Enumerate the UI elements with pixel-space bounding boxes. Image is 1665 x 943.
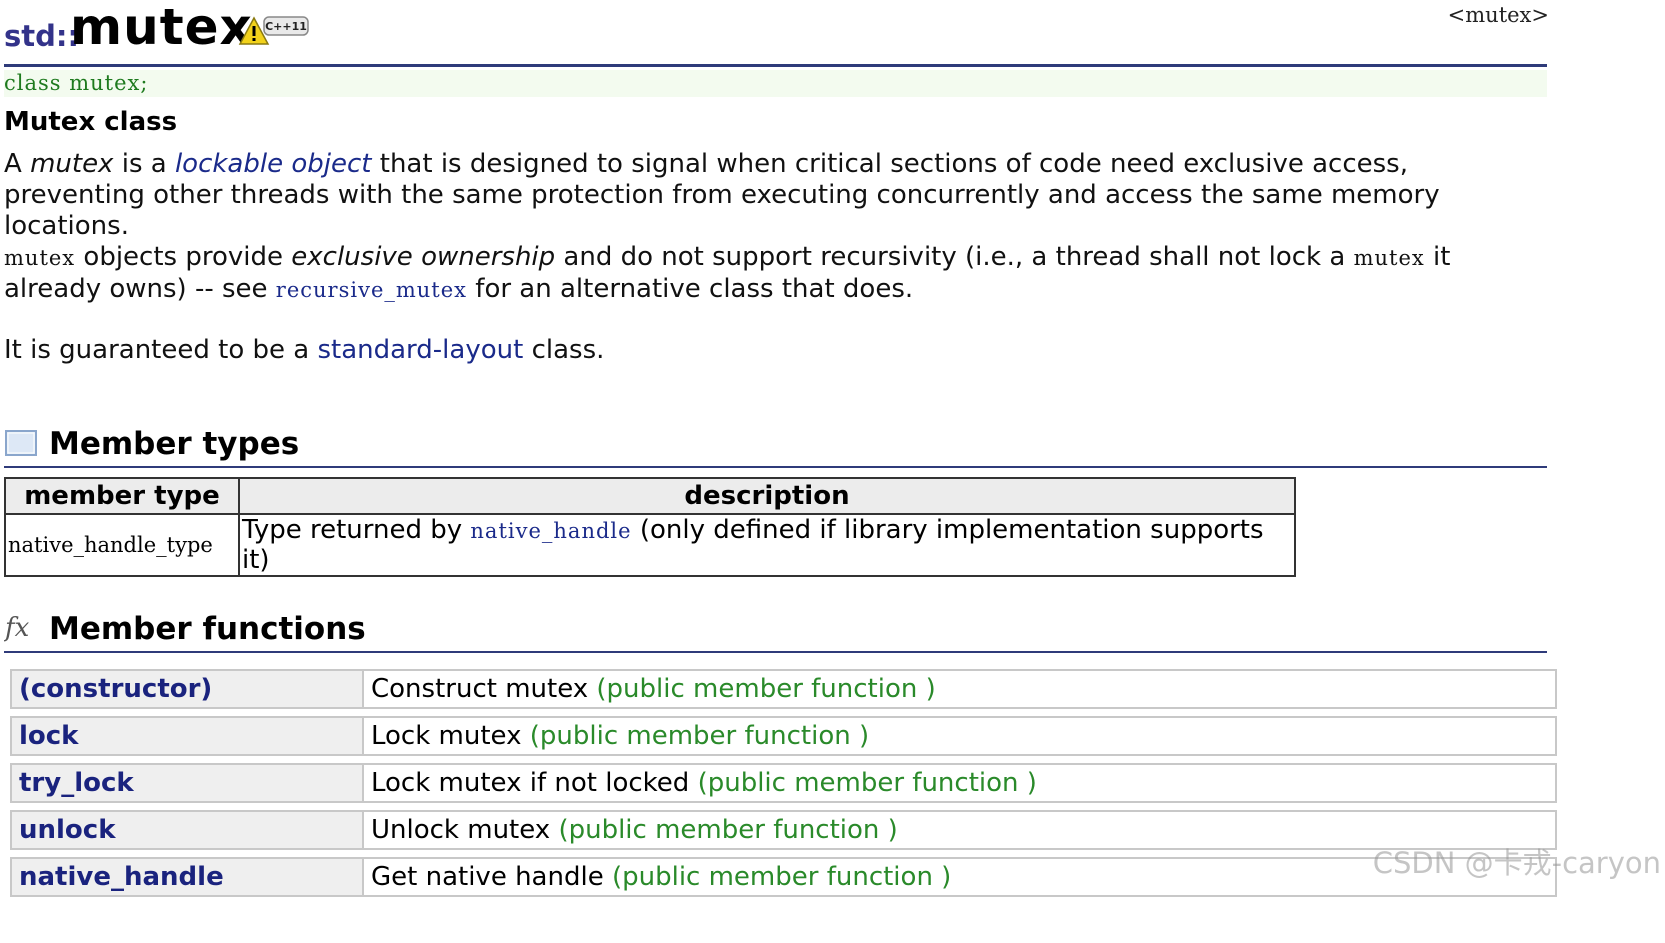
function-description: Lock mutex if not locked (public member …	[364, 763, 1557, 803]
text-it-is: It is guaranteed to be a	[4, 335, 318, 365]
member-functions-section-header: fx Member functions	[4, 609, 1547, 653]
class-subtitle: Mutex class	[4, 107, 178, 137]
page-title: mutex	[70, 0, 253, 56]
function-kind: (public member function )	[596, 674, 936, 704]
function-desc-text: Lock mutex	[371, 721, 530, 751]
title-row: std:: mutex C++11 <mutex>	[4, 0, 1549, 66]
title-namespace: std::	[4, 19, 80, 53]
exclusive-ownership-italic: exclusive ownership	[291, 242, 556, 272]
text-class-end: class.	[523, 335, 605, 365]
member-type-name: native_handle_type	[4, 513, 240, 577]
table-row: try_lock Lock mutex if not locked (publi…	[10, 763, 1557, 803]
mutex-italic: mutex	[30, 149, 114, 179]
member-types-header-row: member type description	[4, 477, 1296, 515]
native-handle-link[interactable]: native_handle	[470, 519, 631, 543]
member-types-table: member type description native_handle_ty…	[4, 477, 1296, 577]
function-desc-text: Lock mutex if not locked	[371, 768, 698, 798]
function-description: Lock mutex (public member function )	[364, 716, 1557, 756]
description-paragraph-3: It is guaranteed to be a standard-layout…	[4, 335, 1544, 366]
member-types-title: Member types	[49, 426, 300, 462]
mutex-code-2: mutex	[1353, 246, 1425, 270]
header-file-label: <mutex>	[1447, 3, 1549, 27]
badge-label: C++11	[265, 20, 307, 33]
function-desc-text: Unlock mutex	[371, 815, 559, 845]
table-row: (constructor) Construct mutex (public me…	[10, 669, 1557, 709]
member-types-section-header: Member types	[4, 424, 1547, 468]
table-row: lock Lock mutex (public member function …	[10, 716, 1557, 756]
desc-pre: Type returned by	[242, 515, 471, 545]
recursive-mutex-link[interactable]: recursive_mutex	[276, 278, 467, 302]
table-row: unlock Unlock mutex (public member funct…	[10, 810, 1557, 850]
standard-layout-link[interactable]: standard-layout	[317, 335, 523, 365]
text-a: A	[4, 149, 31, 179]
description-paragraph-2: mutex objects provide exclusive ownershi…	[4, 242, 1544, 306]
function-link-try-lock[interactable]: try_lock	[10, 763, 364, 803]
table-row: native_handle Get native handle (public …	[10, 857, 1557, 897]
text-and-do-not: and do not support recursivity (i.e., a …	[555, 242, 1354, 272]
function-link-native-handle[interactable]: native_handle	[10, 857, 364, 897]
header-description: description	[238, 477, 1296, 515]
cpp11-warning-badge-icon: C++11	[238, 16, 309, 45]
function-kind: (public member function )	[611, 862, 952, 892]
reference-page: std:: mutex C++11 <mutex> class mutex; M…	[0, 0, 1665, 943]
fx-glyph: fx	[4, 613, 30, 643]
text-for-alt: for an alternative class that does.	[467, 274, 914, 304]
member-functions-title: Member functions	[49, 611, 366, 647]
function-desc-text: Construct mutex	[371, 674, 597, 704]
member-types-box-icon	[5, 430, 37, 456]
member-functions-table: (constructor) Construct mutex (public me…	[10, 662, 1557, 904]
mutex-code: mutex	[4, 246, 76, 270]
table-row: native_handle_type Type returned by nati…	[4, 513, 1296, 577]
title-divider	[4, 64, 1547, 67]
function-desc-text: Get native handle	[371, 862, 612, 892]
text-objects-provide: objects provide	[75, 242, 292, 272]
description-paragraph-1: A mutex is a lockable object that is des…	[4, 149, 1544, 242]
function-link-constructor[interactable]: (constructor)	[10, 669, 364, 709]
lockable-object-link[interactable]: lockable object	[175, 149, 372, 179]
text-is-a: is a	[113, 149, 175, 179]
function-fx-icon: fx	[4, 613, 30, 643]
header-member-type: member type	[4, 477, 240, 515]
function-kind: (public member function )	[529, 721, 870, 751]
function-link-unlock[interactable]: unlock	[10, 810, 364, 850]
member-type-description: Type returned by native_handle (only def…	[238, 513, 1296, 577]
csdn-watermark: CSDN @卡戎-caryon	[1372, 846, 1661, 880]
function-kind: (public member function )	[558, 815, 898, 845]
function-kind: (public member function )	[697, 768, 1037, 798]
function-description: Construct mutex (public member function …	[364, 669, 1557, 709]
class-declaration: class mutex;	[4, 70, 1547, 97]
function-link-lock[interactable]: lock	[10, 716, 364, 756]
